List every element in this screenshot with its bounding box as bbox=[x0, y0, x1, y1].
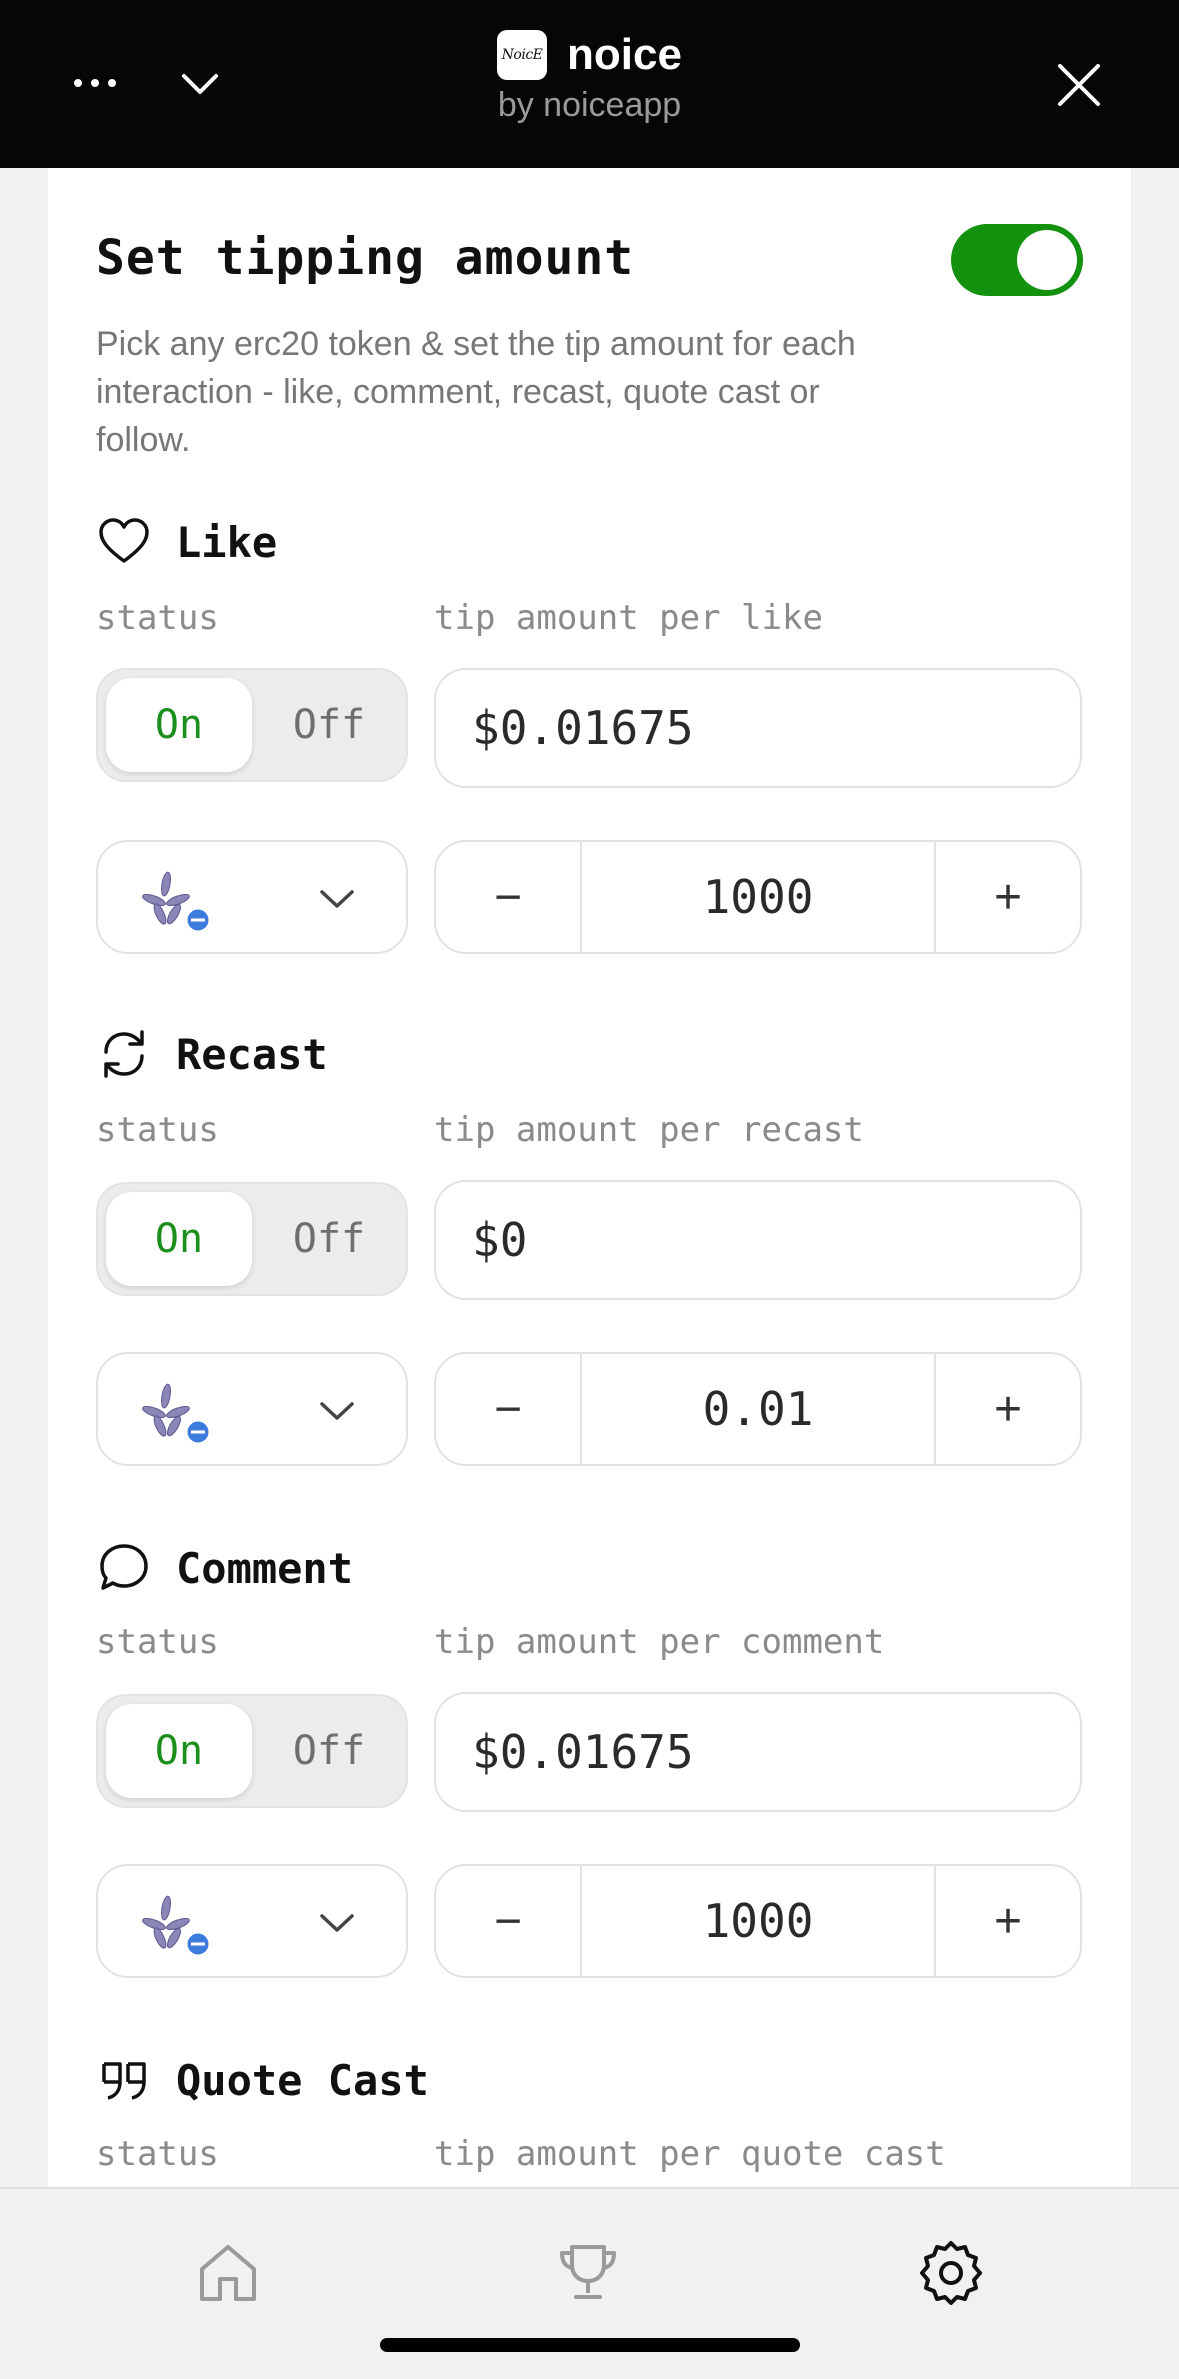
app-name: noice bbox=[567, 30, 682, 79]
recast-section-title: Recast bbox=[96, 1026, 328, 1082]
recast-increment-button[interactable]: + bbox=[934, 1354, 1080, 1464]
page-title: Set tipping amount bbox=[96, 230, 635, 286]
like-title: Like bbox=[176, 517, 278, 567]
like-section-title: Like bbox=[96, 514, 277, 570]
recast-status-label: status bbox=[96, 1110, 219, 1150]
tipping-enabled-toggle[interactable] bbox=[951, 224, 1083, 296]
chevron-down-icon bbox=[320, 1402, 354, 1420]
comment-increment-button[interactable]: + bbox=[934, 1866, 1080, 1976]
heart-icon bbox=[99, 518, 149, 563]
quote-icon bbox=[102, 2062, 146, 2100]
like-status-label: status bbox=[96, 598, 219, 638]
recast-quantity-stepper: − 0.01 + bbox=[434, 1352, 1082, 1466]
comment-decrement-button[interactable]: − bbox=[436, 1866, 582, 1976]
comment-on-button[interactable]: On bbox=[106, 1704, 252, 1798]
recast-title: Recast bbox=[176, 1029, 328, 1079]
recast-quantity-value[interactable]: 0.01 bbox=[582, 1354, 934, 1464]
quote-section-title: Quote Cast bbox=[96, 2052, 429, 2108]
recast-amount-field[interactable]: $0 bbox=[434, 1180, 1082, 1300]
like-on-button[interactable]: On bbox=[106, 678, 252, 772]
chevron-down-icon bbox=[320, 890, 354, 908]
home-icon[interactable] bbox=[194, 2239, 262, 2307]
like-decrement-button[interactable]: − bbox=[436, 842, 582, 952]
token-icon bbox=[142, 871, 212, 934]
like-amount-field[interactable]: $0.01675 bbox=[434, 668, 1082, 788]
app-logo: NoicE bbox=[497, 30, 548, 80]
comment-section-title: Comment bbox=[96, 1540, 353, 1596]
recast-status-toggle: On Off bbox=[96, 1182, 408, 1296]
quote-amount-label: tip amount per quote cast bbox=[434, 2134, 946, 2174]
recast-token-select[interactable] bbox=[96, 1352, 408, 1466]
like-status-toggle: On Off bbox=[96, 668, 408, 782]
comment-quantity-stepper: − 1000 + bbox=[434, 1864, 1082, 1978]
quote-title: Quote Cast bbox=[176, 2055, 429, 2105]
like-off-button[interactable]: Off bbox=[256, 678, 402, 772]
comment-icon bbox=[100, 1544, 148, 1590]
app-author: by noiceapp bbox=[497, 86, 682, 124]
comment-status-toggle: On Off bbox=[96, 1694, 408, 1808]
comment-quantity-value[interactable]: 1000 bbox=[582, 1866, 934, 1976]
gear-icon[interactable] bbox=[917, 2239, 985, 2307]
comment-token-select[interactable] bbox=[96, 1864, 408, 1978]
comment-amount-label: tip amount per comment bbox=[434, 1622, 885, 1662]
settings-description: Pick any erc20 token & set the tip amoun… bbox=[96, 325, 856, 459]
comment-title: Comment bbox=[176, 1543, 354, 1593]
comment-status-label: status bbox=[96, 1622, 219, 1662]
chevron-down-icon bbox=[320, 1914, 354, 1932]
close-icon[interactable] bbox=[1054, 60, 1104, 110]
home-indicator bbox=[380, 2338, 800, 2352]
like-amount-label: tip amount per like bbox=[434, 598, 823, 638]
like-quantity-value[interactable]: 1000 bbox=[582, 842, 934, 952]
header-bar: NoicE noice by noiceapp bbox=[0, 0, 1179, 168]
comment-amount-field[interactable]: $0.01675 bbox=[434, 1692, 1082, 1812]
trophy-icon[interactable] bbox=[554, 2239, 622, 2307]
token-icon bbox=[142, 1895, 212, 1958]
quote-status-label: status bbox=[96, 2134, 219, 2174]
recast-decrement-button[interactable]: − bbox=[436, 1354, 582, 1464]
like-quantity-stepper: − 1000 + bbox=[434, 840, 1082, 954]
like-increment-button[interactable]: + bbox=[934, 842, 1080, 952]
token-icon bbox=[142, 1383, 212, 1446]
recast-amount-label: tip amount per recast bbox=[434, 1110, 864, 1150]
recast-on-button[interactable]: On bbox=[106, 1192, 252, 1286]
recast-icon bbox=[104, 1030, 144, 1078]
recast-off-button[interactable]: Off bbox=[256, 1192, 402, 1286]
like-token-select[interactable] bbox=[96, 840, 408, 954]
comment-off-button[interactable]: Off bbox=[256, 1704, 402, 1798]
